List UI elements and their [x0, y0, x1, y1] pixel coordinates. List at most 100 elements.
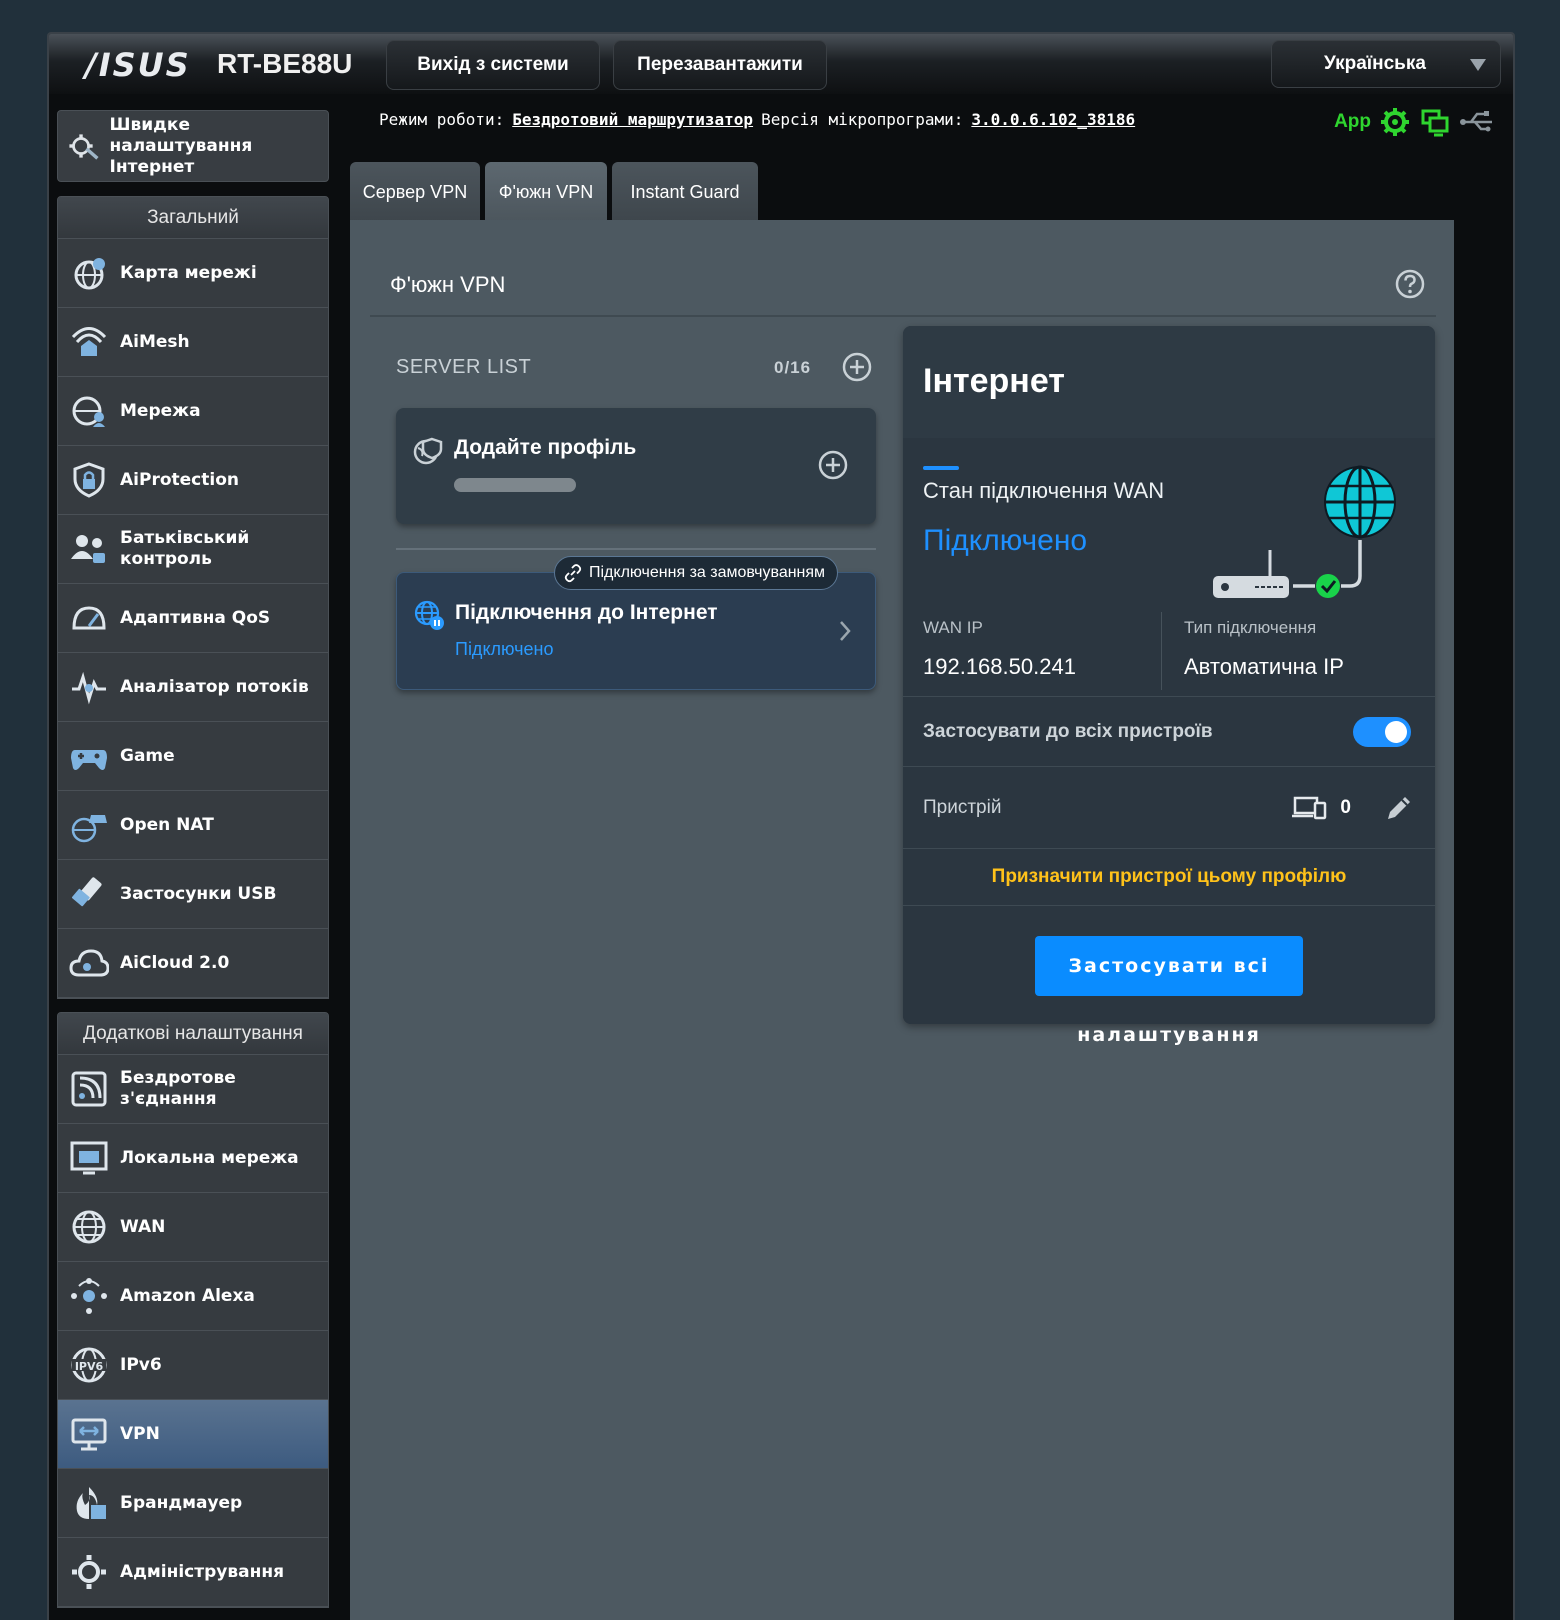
sidebar-item-wireless[interactable]: Бездротове з'єднання	[58, 1055, 328, 1124]
apply-button-overflow-text: налаштування	[1077, 1024, 1261, 1046]
vpn-icon	[58, 1400, 120, 1469]
internet-connection-title: Підключення до Інтернет	[455, 601, 718, 624]
add-profile-icon[interactable]	[816, 448, 850, 482]
mode-label: Режим роботи:	[379, 110, 505, 129]
wan-icon	[58, 1193, 120, 1262]
sidebar-item-admin[interactable]: Адміністрування	[58, 1538, 328, 1607]
sidebar-item-wan[interactable]: WAN	[58, 1193, 328, 1262]
advanced-menu: Додаткові налаштування Бездротове з'єдна…	[57, 1012, 329, 1608]
sidebar-item-guest-network[interactable]: Мережа	[58, 377, 328, 446]
usb-status-icon[interactable]	[1459, 106, 1495, 138]
status-icons: App	[1334, 106, 1495, 138]
firewall-icon	[58, 1469, 120, 1538]
sidebar-item-lan[interactable]: Локальна мережа	[58, 1124, 328, 1193]
sidebar-item-label: AiCloud 2.0	[120, 952, 230, 973]
apply-all-devices-toggle[interactable]	[1353, 716, 1411, 747]
aiprotection-icon	[58, 446, 120, 515]
traffic-analyzer-icon	[58, 653, 120, 722]
tab-fusion-vpn[interactable]: Ф'южн VPN	[485, 162, 607, 222]
internet-globe-icon	[1324, 465, 1396, 539]
sidebar-item-label: Брандмауер	[120, 1492, 243, 1513]
sidebar-item-label: Карта мережі	[120, 262, 257, 283]
apply-all-settings-button[interactable]: Застосувати всі	[1035, 936, 1303, 996]
game-icon	[58, 722, 120, 791]
sidebar-item-open-nat[interactable]: Open NAT	[58, 791, 328, 860]
sidebar-item-aimesh[interactable]: AiMesh	[58, 308, 328, 377]
guest-network-icon	[58, 377, 120, 446]
firmware-link[interactable]: 3.0.0.6.102_38186	[971, 110, 1135, 134]
main-content: Ф'южн VPN SERVER LIST 0/16 Додайте профі…	[350, 220, 1454, 1620]
sidebar-item-label: IPv6	[120, 1354, 162, 1375]
usb-icon	[58, 860, 120, 929]
mode-link[interactable]: Бездротовий маршрутизатор	[512, 110, 753, 134]
panel-header: Інтернет	[903, 326, 1435, 438]
quick-setup-icon	[69, 134, 99, 160]
default-connection-label: Підключення за замовчуванням	[589, 564, 826, 581]
parental-control-icon	[58, 515, 120, 584]
sidebar-item-alexa[interactable]: Amazon Alexa	[58, 1262, 328, 1331]
device-label: Пристрій	[923, 796, 1002, 818]
reboot-button[interactable]: Перезавантажити	[613, 40, 827, 90]
sidebar-item-label: Open NAT	[120, 814, 214, 835]
status-line: Режим роботи: Бездротовий маршрутизатор …	[379, 110, 1135, 134]
vpn-globe-shield-icon	[413, 437, 443, 465]
apply-all-devices-label: Застосувати до всіх пристроїв	[923, 720, 1213, 742]
sidebar-item-label: Мережа	[120, 400, 201, 421]
general-menu-title: Загальний	[58, 197, 328, 239]
quick-internet-setup[interactable]: Швидке налаштування Інтернет	[57, 110, 329, 182]
sidebar-item-label: AiProtection	[120, 469, 239, 490]
logout-button[interactable]: Вихід з системи	[386, 40, 600, 90]
model-name: RT-BE88U	[217, 48, 353, 79]
sidebar-item-label: Game	[120, 745, 175, 766]
assign-devices-link[interactable]: Призначити пристрої цьому профілю	[903, 848, 1435, 906]
tab-vpn-server[interactable]: Сервер VPN	[350, 162, 480, 222]
router-icon	[1213, 550, 1289, 598]
sidebar-item-aicloud[interactable]: AiCloud 2.0	[58, 929, 328, 998]
open-nat-icon	[58, 791, 120, 860]
router-window: /ISUS RT-BE88U Вихід з системи Перезаван…	[47, 32, 1515, 1620]
sidebar-item-usb[interactable]: Застосунки USB	[58, 860, 328, 929]
wireless-icon	[58, 1055, 120, 1124]
sidebar-item-firewall[interactable]: Брандмауер	[58, 1469, 328, 1538]
device-count: 0	[1340, 796, 1351, 818]
sidebar-item-label: Батьківський контроль	[120, 528, 250, 569]
language-value: Українська	[1324, 53, 1426, 74]
svg-text:IPV6: IPV6	[75, 1360, 104, 1373]
add-server-icon[interactable]	[840, 350, 874, 384]
device-row: Пристрій 0	[903, 766, 1435, 848]
chevron-down-icon	[1470, 59, 1486, 71]
sidebar-item-network-map[interactable]: Карта мережі	[58, 239, 328, 308]
sidebar-item-parental-control[interactable]: Батьківський контроль	[58, 515, 328, 584]
language-select[interactable]: Українська	[1271, 40, 1501, 88]
sidebar-item-aiprotection[interactable]: AiProtection	[58, 446, 328, 515]
sidebar-item-label: WAN	[120, 1216, 166, 1237]
sidebar-item-ipv6[interactable]: IPV6 IPv6	[58, 1331, 328, 1400]
column-divider	[1161, 612, 1162, 690]
admin-icon	[58, 1538, 120, 1607]
default-connection-badge: Підключення за замовчуванням	[554, 556, 839, 590]
sidebar-item-vpn[interactable]: VPN	[58, 1400, 328, 1469]
clients-icon[interactable]	[1419, 106, 1451, 138]
internet-panel: Інтернет Стан підключення WAN Підключено	[903, 326, 1435, 1024]
wan-state-label: Стан підключення WAN	[923, 478, 1165, 503]
qos-icon	[58, 584, 120, 653]
conn-type-value: Автоматична IP	[1184, 654, 1344, 679]
server-count: 0/16	[774, 358, 812, 377]
wan-ip-label: WAN IP	[923, 618, 983, 637]
sidebar-item-label: VPN	[120, 1423, 160, 1444]
top-bar: /ISUS RT-BE88U Вихід з системи Перезаван…	[49, 34, 1513, 94]
sidebar-item-qos[interactable]: Адаптивна QoS	[58, 584, 328, 653]
edit-pencil-icon[interactable]	[1383, 792, 1415, 824]
app-link[interactable]: App	[1334, 111, 1371, 133]
sidebar-item-label: Адаптивна QoS	[120, 607, 271, 628]
sidebar-item-game[interactable]: Game	[58, 722, 328, 791]
gear-icon[interactable]	[1379, 106, 1411, 138]
chevron-right-icon[interactable]	[837, 619, 853, 643]
add-profile-card[interactable]: Додайте профіль	[396, 408, 876, 524]
accent-dash	[923, 466, 959, 470]
link-icon	[564, 564, 582, 583]
sidebar-item-traffic-analyzer[interactable]: Аналізатор потоків	[58, 653, 328, 722]
tab-instant-guard[interactable]: Instant Guard	[612, 162, 758, 222]
sidebar-item-label: Адміністрування	[120, 1561, 284, 1582]
help-icon[interactable]	[1394, 268, 1426, 300]
